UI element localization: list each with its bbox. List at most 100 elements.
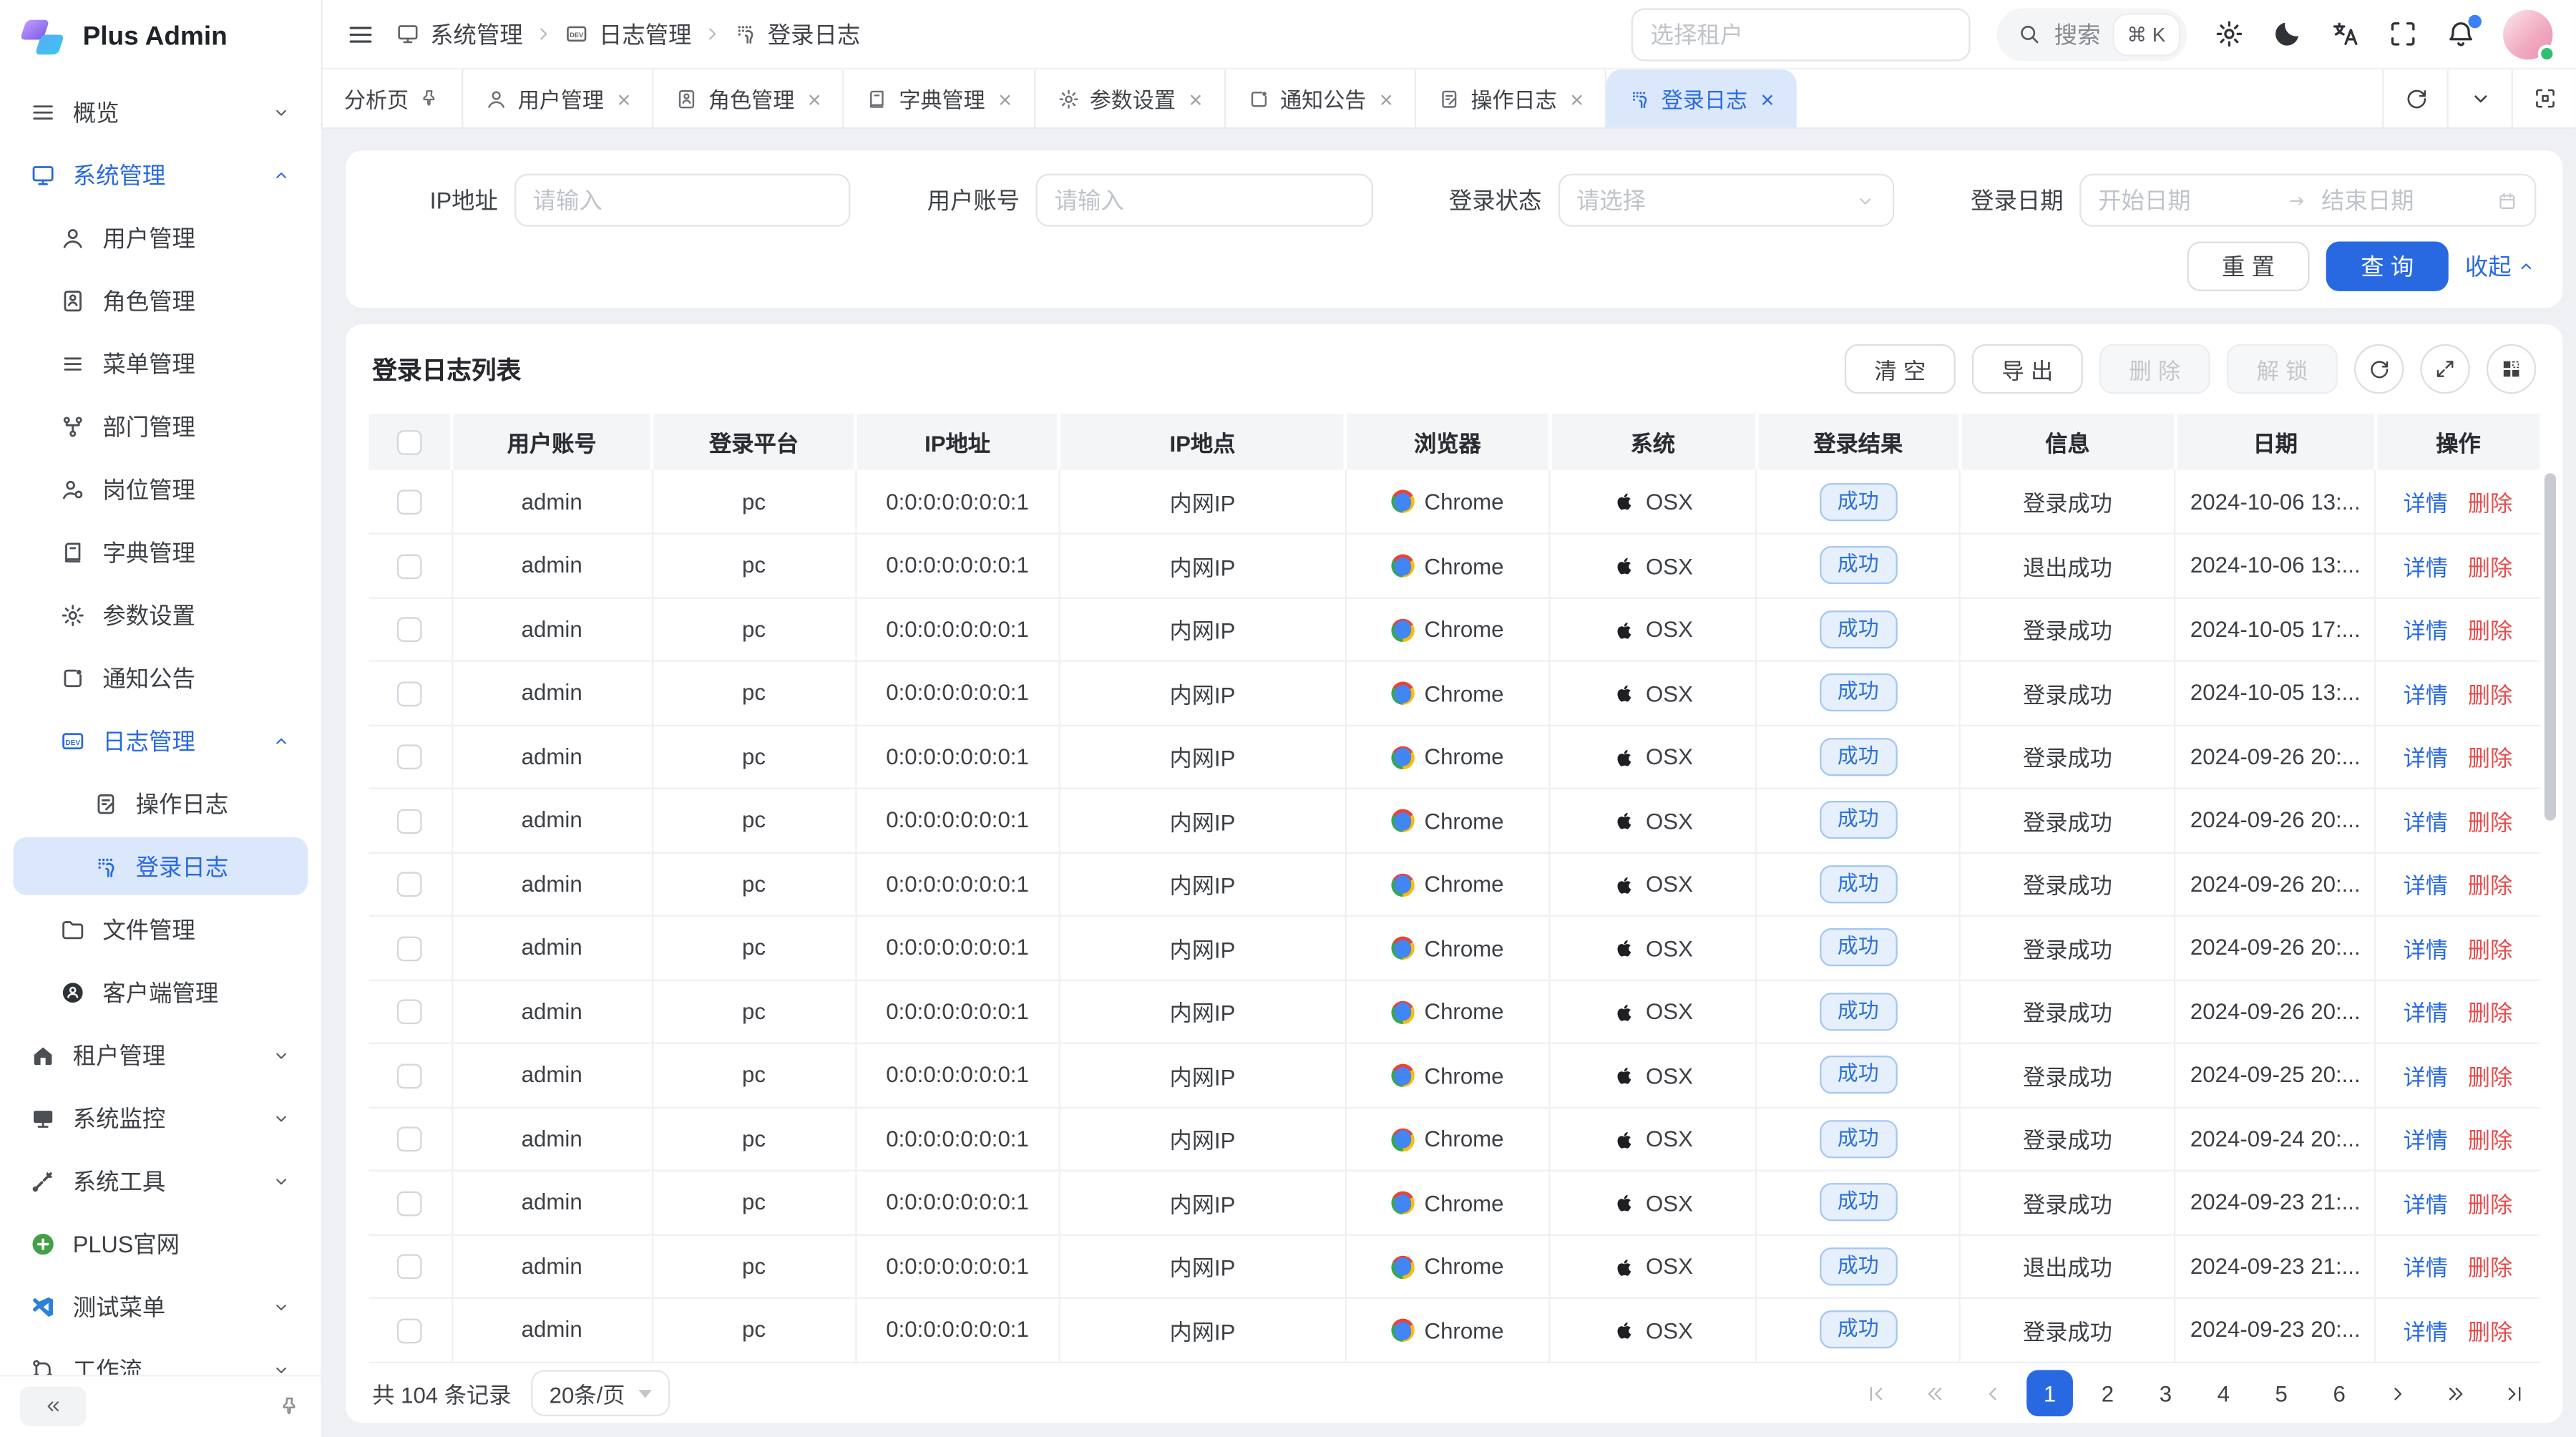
filter-date-range-picker[interactable]: 开始日期结束日期: [2080, 174, 2537, 227]
page-prev10-icon[interactable]: [1911, 1370, 1957, 1416]
sidebar-item-system-mgmt[interactable]: 系统管理: [13, 145, 308, 203]
export-button[interactable]: 导出: [1972, 344, 2083, 394]
clear-button[interactable]: 清空: [1845, 344, 1956, 394]
detail-link[interactable]: 详情: [2404, 492, 2448, 517]
sidebar-item-system-monitor[interactable]: 系统监控: [13, 1088, 308, 1146]
sidebar-collapse-button[interactable]: [20, 1387, 86, 1426]
row-checkbox[interactable]: [397, 618, 422, 643]
detail-link[interactable]: 详情: [2404, 1192, 2448, 1217]
row-checkbox[interactable]: [397, 745, 422, 770]
sidebar-item-notice[interactable]: 通知公告: [13, 648, 308, 706]
page-number-5[interactable]: 5: [2258, 1370, 2305, 1416]
sidebar-item-menu-mgmt[interactable]: 菜单管理: [13, 334, 308, 392]
page-next10-icon[interactable]: [2432, 1370, 2479, 1416]
delete-link[interactable]: 删除: [2468, 1192, 2512, 1217]
sidebar-item-dict-mgmt[interactable]: 字典管理: [13, 523, 308, 581]
sidebar-item-param-settings[interactable]: 参数设置: [13, 585, 308, 643]
close-icon[interactable]: ×: [1380, 85, 1393, 112]
delete-link[interactable]: 删除: [2468, 810, 2512, 835]
detail-link[interactable]: 详情: [2404, 937, 2448, 963]
row-checkbox[interactable]: [397, 872, 422, 897]
close-icon[interactable]: ×: [1570, 85, 1584, 112]
sidebar-item-log-mgmt[interactable]: DEV 日志管理: [13, 711, 308, 769]
tab-notice[interactable]: 通知公告 ×: [1226, 69, 1416, 127]
settings-gear-icon[interactable]: [2213, 18, 2245, 49]
row-checkbox[interactable]: [397, 554, 422, 579]
filter-account-input[interactable]: 请输入: [1036, 174, 1372, 227]
select-all-checkbox[interactable]: [397, 430, 422, 455]
tab-user-mgmt[interactable]: 用户管理 ×: [463, 69, 653, 127]
delete-link[interactable]: 删除: [2468, 1001, 2512, 1026]
detail-link[interactable]: 详情: [2404, 1065, 2448, 1090]
delete-link[interactable]: 删除: [2468, 619, 2512, 644]
detail-link[interactable]: 详情: [2404, 1320, 2448, 1345]
search-button[interactable]: 查询: [2326, 242, 2449, 291]
delete-button[interactable]: 删除: [2099, 344, 2210, 394]
page-last-icon[interactable]: [2490, 1370, 2537, 1416]
delete-link[interactable]: 删除: [2468, 683, 2512, 708]
page-number-4[interactable]: 4: [2200, 1370, 2247, 1416]
row-checkbox[interactable]: [397, 936, 422, 961]
delete-link[interactable]: 删除: [2468, 746, 2512, 771]
row-checkbox[interactable]: [397, 681, 422, 706]
sidebar-item-operation-log[interactable]: 操作日志: [13, 774, 308, 832]
chevron-down-icon[interactable]: [2446, 69, 2511, 127]
fullscreen-icon[interactable]: [2387, 18, 2419, 49]
tab-login-log[interactable]: 登录日志 ×: [1606, 69, 1797, 127]
menu-toggle-icon[interactable]: [346, 19, 376, 49]
close-icon[interactable]: ×: [1189, 85, 1202, 112]
global-search[interactable]: 搜索 ⌘ K: [1996, 7, 2187, 60]
delete-link[interactable]: 删除: [2468, 937, 2512, 963]
row-checkbox[interactable]: [397, 1255, 422, 1280]
close-icon[interactable]: ×: [998, 85, 1012, 112]
delete-link[interactable]: 删除: [2468, 555, 2512, 580]
sidebar-item-user-mgmt[interactable]: 用户管理: [13, 208, 308, 266]
close-icon[interactable]: ×: [1761, 85, 1775, 112]
language-translate-icon[interactable]: [2329, 18, 2361, 49]
page-size-select[interactable]: 20条/页: [531, 1370, 670, 1416]
breadcrumb-item-system-mgmt[interactable]: 系统管理: [396, 17, 523, 50]
page-prev-icon[interactable]: [1968, 1370, 2015, 1416]
sidebar-item-plus-site[interactable]: PLUS官网: [13, 1214, 308, 1272]
user-avatar[interactable]: [2503, 9, 2552, 59]
sidebar-item-client-mgmt[interactable]: 客户端管理: [13, 963, 308, 1021]
tab-role-mgmt[interactable]: 角色管理 ×: [654, 69, 844, 127]
pin-icon[interactable]: [278, 1395, 301, 1418]
sidebar-item-login-log[interactable]: 登录日志: [13, 837, 308, 895]
reset-button[interactable]: 重置: [2187, 242, 2309, 291]
row-checkbox[interactable]: [397, 1318, 422, 1343]
delete-link[interactable]: 删除: [2468, 1256, 2512, 1281]
page-number-2[interactable]: 2: [2084, 1370, 2131, 1416]
delete-link[interactable]: 删除: [2468, 492, 2512, 517]
collapse-filter-link[interactable]: 收起: [2465, 250, 2536, 283]
refresh-icon[interactable]: [2382, 69, 2446, 127]
maximize-view-icon[interactable]: [2512, 69, 2576, 127]
row-checkbox[interactable]: [397, 1191, 422, 1216]
notifications-bell-icon[interactable]: [2445, 18, 2477, 49]
filter-status-select[interactable]: 请选择: [1558, 174, 1894, 227]
page-number-6[interactable]: 6: [2316, 1370, 2363, 1416]
tenant-select[interactable]: 选择租户: [1631, 7, 1970, 60]
detail-link[interactable]: 详情: [2404, 619, 2448, 644]
delete-link[interactable]: 删除: [2468, 1129, 2512, 1154]
tab-analysis[interactable]: 分析页: [323, 69, 464, 127]
detail-link[interactable]: 详情: [2404, 1256, 2448, 1281]
page-next-icon[interactable]: [2374, 1370, 2421, 1416]
detail-link[interactable]: 详情: [2404, 810, 2448, 835]
sidebar-item-system-tools[interactable]: 系统工具: [13, 1151, 308, 1209]
breadcrumb-item-login-log[interactable]: 登录日志: [733, 17, 860, 50]
sidebar-item-file-mgmt[interactable]: 文件管理: [13, 900, 308, 958]
row-checkbox[interactable]: [397, 1063, 422, 1088]
page-number-1[interactable]: 1: [2026, 1370, 2073, 1416]
close-icon[interactable]: ×: [617, 85, 630, 112]
tab-operation-log[interactable]: 操作日志 ×: [1416, 69, 1606, 127]
filter-ip-input[interactable]: 请输入: [514, 174, 851, 227]
detail-link[interactable]: 详情: [2404, 874, 2448, 899]
row-checkbox[interactable]: [397, 1127, 422, 1152]
delete-link[interactable]: 删除: [2468, 1320, 2512, 1345]
column-settings-icon[interactable]: [2487, 344, 2536, 394]
expand-icon[interactable]: [2420, 344, 2469, 394]
row-checkbox[interactable]: [397, 1000, 422, 1025]
close-icon[interactable]: ×: [808, 85, 821, 112]
breadcrumb-item-log-mgmt[interactable]: DEV 日志管理: [564, 17, 691, 50]
